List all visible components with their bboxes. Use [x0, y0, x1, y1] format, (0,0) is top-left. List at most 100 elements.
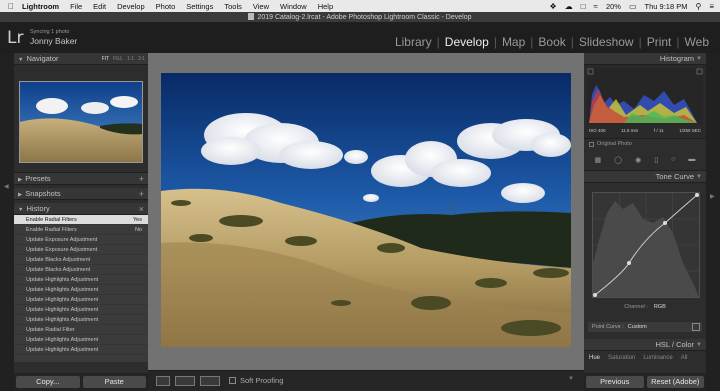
- navigator-header[interactable]: ▼ Navigator FIT FILL 1:1 3:1: [14, 53, 148, 65]
- histogram-header[interactable]: Histogram ▼: [584, 53, 706, 65]
- display-icon[interactable]: □: [581, 2, 586, 11]
- expand-triangle-icon[interactable]: ▶: [18, 192, 22, 198]
- tone-curve-header[interactable]: Tone Curve ▼: [584, 171, 706, 183]
- add-snapshot-icon[interactable]: +: [139, 188, 144, 200]
- image-canvas[interactable]: [148, 53, 584, 370]
- tab-all[interactable]: All: [681, 355, 688, 361]
- wifi-icon[interactable]: ≈: [594, 2, 598, 11]
- tone-curve-graph[interactable]: [592, 192, 700, 298]
- edit-point-curve-icon[interactable]: [692, 323, 700, 331]
- module-map[interactable]: Map: [497, 35, 530, 49]
- before-after-options-icon[interactable]: [200, 376, 220, 386]
- history-item[interactable]: Update Highlights Adjustment: [14, 305, 148, 315]
- loupe-view-icon[interactable]: [156, 376, 170, 386]
- graduated-filter-icon[interactable]: ▯: [654, 156, 658, 164]
- tab-luminance[interactable]: Luminance: [643, 355, 672, 361]
- dropbox-icon[interactable]: ❖: [550, 2, 557, 11]
- module-develop[interactable]: Develop: [440, 35, 494, 49]
- paste-button[interactable]: Paste: [82, 376, 146, 388]
- menu-clock[interactable]: Thu 9:18 PM: [645, 2, 688, 11]
- radial-filter-icon[interactable]: ○: [671, 156, 675, 163]
- battery-icon[interactable]: ▭: [629, 2, 637, 11]
- module-print[interactable]: Print: [642, 35, 677, 49]
- menu-view[interactable]: View: [253, 2, 269, 11]
- menu-app-name[interactable]: Lightroom: [22, 2, 59, 11]
- menu-tools[interactable]: Tools: [224, 2, 242, 11]
- menu-edit[interactable]: Edit: [93, 2, 106, 11]
- module-slideshow[interactable]: Slideshow: [574, 35, 639, 49]
- module-web[interactable]: Web: [680, 35, 714, 49]
- menu-photo[interactable]: Photo: [156, 2, 176, 11]
- search-icon[interactable]: ⚲: [695, 2, 701, 11]
- main-photo[interactable]: [161, 73, 571, 347]
- zoom-fill[interactable]: FILL: [113, 53, 123, 65]
- history-item[interactable]: Update Blacks Adjustment: [14, 255, 148, 265]
- adjustment-brush-icon[interactable]: ▬: [688, 156, 695, 163]
- sync-status[interactable]: Syncing 1 photo: [30, 29, 69, 35]
- apple-icon[interactable]: : [8, 2, 14, 11]
- menu-list-icon[interactable]: ≡: [709, 2, 714, 11]
- module-library[interactable]: Library: [390, 35, 437, 49]
- snapshots-header[interactable]: ▶ Snapshots +: [14, 188, 148, 200]
- zoom-1-1[interactable]: 1:1: [127, 53, 134, 65]
- previous-button[interactable]: Previous: [586, 376, 644, 388]
- hsl-header[interactable]: HSL / Color ▼: [584, 339, 706, 351]
- history-item[interactable]: Update Highlights Adjustment: [14, 335, 148, 345]
- tab-hue[interactable]: Hue: [589, 355, 600, 361]
- collapse-triangle-icon[interactable]: ▼: [696, 339, 702, 351]
- collapse-triangle-icon[interactable]: ▼: [18, 57, 23, 63]
- collapse-triangle-icon[interactable]: ▼: [18, 207, 23, 213]
- history-item[interactable]: Update Exposure Adjustment: [14, 235, 148, 245]
- history-item[interactable]: Update Highlights Adjustment: [14, 345, 148, 355]
- menu-help[interactable]: Help: [318, 2, 333, 11]
- history-item[interactable]: Update Highlights Adjustment: [14, 275, 148, 285]
- soft-proofing-checkbox[interactable]: [229, 377, 236, 384]
- original-photo-row[interactable]: Original Photo: [584, 139, 706, 149]
- crop-icon[interactable]: ▦: [595, 156, 602, 164]
- navigator-preview[interactable]: [19, 81, 143, 163]
- right-panel-toggle-strip[interactable]: ▶: [706, 53, 720, 391]
- zoom-3-1[interactable]: 3:1: [138, 53, 145, 65]
- before-after-icon[interactable]: [175, 376, 195, 386]
- copy-button[interactable]: Copy...: [16, 376, 80, 388]
- soft-proofing-toggle[interactable]: Soft Proofing: [229, 376, 283, 385]
- spot-removal-icon[interactable]: ◯: [614, 156, 622, 164]
- reset-button[interactable]: Reset (Adobe): [646, 376, 704, 388]
- expand-right-icon[interactable]: ▶: [710, 193, 715, 200]
- collapse-triangle-icon[interactable]: ▼: [696, 53, 702, 65]
- collapse-triangle-icon[interactable]: ▼: [696, 171, 702, 183]
- presets-header[interactable]: ▶ Presets +: [14, 173, 148, 185]
- clear-history-icon[interactable]: ×: [139, 203, 144, 215]
- focal-length-value: 11.5 mm: [621, 128, 639, 133]
- history-item[interactable]: Update Highlights Adjustment: [14, 285, 148, 295]
- history-item[interactable]: Update Highlights Adjustment: [14, 315, 148, 325]
- toolbar-options-chevron-icon[interactable]: ▼: [568, 376, 574, 382]
- red-eye-icon[interactable]: ◉: [635, 156, 641, 164]
- channel-selector[interactable]: Channel : RGB: [584, 304, 706, 310]
- original-photo-checkbox[interactable]: [589, 141, 594, 147]
- history-item[interactable]: Update Blacks Adjustment: [14, 265, 148, 275]
- history-item[interactable]: Enable Radial Filters No: [14, 225, 148, 235]
- history-item[interactable]: Update Exposure Adjustment: [14, 245, 148, 255]
- history-item[interactable]: Update Highlights Adjustment: [14, 295, 148, 305]
- menu-window[interactable]: Window: [280, 2, 307, 11]
- menu-file[interactable]: File: [70, 2, 82, 11]
- module-book[interactable]: Book: [533, 35, 570, 49]
- menu-develop[interactable]: Develop: [117, 2, 145, 11]
- histogram[interactable]: ISO 400 11.5 mm f / 11 1/250 SEC: [584, 65, 706, 139]
- menu-settings[interactable]: Settings: [186, 2, 213, 11]
- tab-saturation[interactable]: Saturation: [608, 355, 635, 361]
- expand-triangle-icon[interactable]: ▶: [18, 177, 22, 183]
- creative-cloud-icon[interactable]: ☁: [565, 2, 573, 11]
- history-header[interactable]: ▼ History ×: [14, 203, 148, 215]
- history-item[interactable]: Enable Radial Filters Yes: [14, 215, 148, 225]
- zoom-fit[interactable]: FIT: [102, 53, 110, 65]
- history-item[interactable]: Update Radial Filter: [14, 325, 148, 335]
- left-panel-toggle-strip[interactable]: ◀: [0, 53, 14, 391]
- right-panel: Histogram ▼ ISO 400 11.5 mm f / 11 1/250…: [584, 53, 706, 391]
- point-curve-value[interactable]: Custom: [628, 324, 647, 330]
- point-curve-selector[interactable]: Point Curve : Custom: [588, 322, 702, 332]
- expand-left-icon[interactable]: ◀: [4, 183, 9, 190]
- add-preset-icon[interactable]: +: [139, 173, 144, 185]
- channel-value[interactable]: RGB: [654, 304, 666, 310]
